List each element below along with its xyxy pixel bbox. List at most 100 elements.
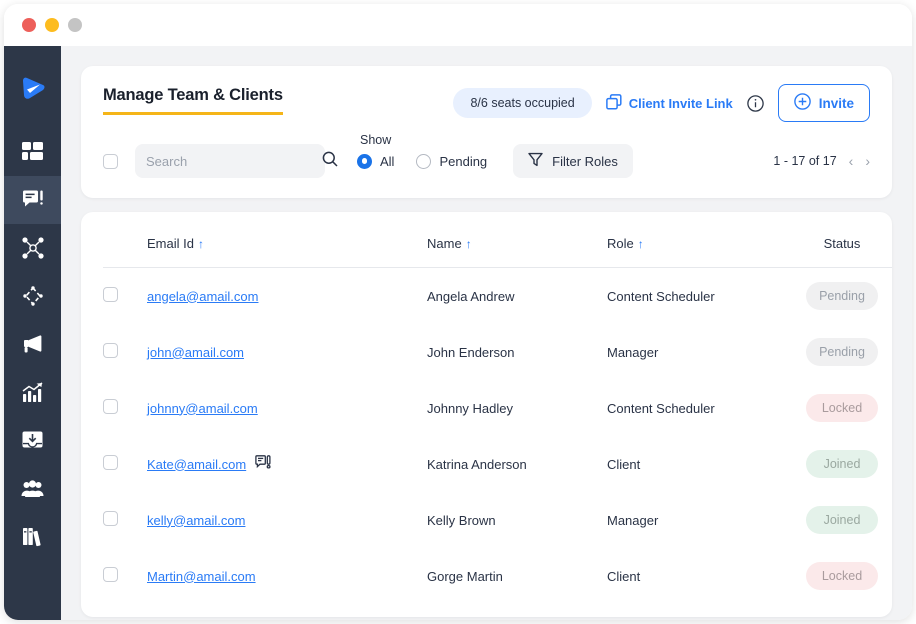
show-filter-group: Show All Pending (357, 133, 488, 169)
table-row[interactable]: john@amail.com John Enderson Manager Pendin… (103, 324, 892, 380)
column-header-name[interactable]: Name ↑ (427, 212, 607, 268)
sidebar-item-analytics[interactable] (4, 368, 61, 416)
status-badge: Locked (806, 394, 878, 422)
email-link[interactable]: angela@amail.com (147, 289, 258, 304)
search-icon[interactable] (322, 151, 338, 172)
window-maximize-button[interactable] (68, 18, 82, 32)
cell-role: Client (607, 568, 641, 584)
sort-arrow-icon[interactable]: ↑ (198, 237, 204, 251)
library-books-icon (22, 526, 44, 547)
plus-circle-icon (793, 93, 811, 113)
table-row[interactable]: kelly@amail.com Kelly Brown Manager Joined (103, 492, 892, 548)
sidebar-item-inbox[interactable] (4, 416, 61, 464)
status-badge: Pending (806, 282, 878, 310)
filter-roles-button[interactable]: Filter Roles (513, 144, 633, 178)
cell-email: Ronald@amail.com (147, 604, 427, 617)
radio-pending[interactable]: Pending (416, 153, 488, 169)
row-checkbox-cell (103, 268, 147, 325)
network-nodes-icon (21, 237, 44, 259)
row-checkbox[interactable] (103, 287, 118, 302)
copy-icon (605, 93, 622, 113)
cell-name: Gorge Martin (427, 568, 503, 584)
pagination-range: 1 - 17 of 17 (773, 154, 837, 168)
search-box[interactable] (135, 144, 338, 178)
sidebar-item-network[interactable] (4, 224, 61, 272)
sidebar-item-messages[interactable] (4, 176, 61, 224)
window-close-button[interactable] (22, 18, 36, 32)
row-checkbox[interactable] (103, 399, 118, 414)
row-checkbox-cell (103, 548, 147, 604)
comment-icon[interactable] (255, 455, 272, 473)
radio-pending-label: Pending (439, 153, 488, 169)
cell-status: Pending (782, 324, 892, 380)
table-row[interactable]: Kate@amail.com Katrina Anderson Client Join… (103, 436, 892, 492)
header-checkbox-cell (103, 212, 147, 268)
row-checkbox[interactable] (103, 343, 118, 358)
column-header-status: Status (782, 212, 892, 268)
send-logo-icon (18, 75, 48, 105)
page-title-wrapper: Manage Team & Clients (103, 84, 283, 115)
cell-status: Pending (782, 268, 892, 325)
megaphone-icon (21, 334, 44, 354)
row-checkbox[interactable] (103, 455, 118, 470)
sort-arrow-icon[interactable]: ↑ (638, 237, 644, 251)
sidebar-item-library[interactable] (4, 512, 61, 560)
column-header-email-label: Email Id (147, 236, 194, 251)
cell-role: Client (607, 456, 641, 472)
email-link[interactable]: Martin@amail.com (147, 569, 256, 584)
inbox-download-icon (22, 430, 43, 451)
sidebar-item-campaigns[interactable] (4, 320, 61, 368)
table-row[interactable]: Martin@amail.com Gorge Martin Client Locked (103, 548, 892, 604)
column-header-name-label: Name (427, 236, 462, 251)
search-input[interactable] (146, 153, 322, 169)
radio-all-control[interactable] (357, 153, 372, 169)
main-content: Manage Team & Clients 8/6 seats occupied (61, 46, 912, 620)
row-checkbox-cell (103, 324, 147, 380)
cell-status: Locked (782, 380, 892, 436)
cell-role: Manager (607, 512, 659, 528)
cell-name: John Enderson (427, 344, 515, 360)
column-header-email[interactable]: Email Id ↑ (147, 212, 427, 268)
sidebar-item-team[interactable] (4, 464, 61, 512)
sidebar-logo[interactable] (4, 66, 61, 114)
status-badge: Locked (806, 562, 878, 590)
app-window: Manage Team & Clients 8/6 seats occupied (4, 4, 912, 620)
cell-role: Manager (607, 344, 659, 360)
info-icon[interactable] (746, 94, 764, 112)
column-header-role[interactable]: Role ↑ (607, 212, 782, 268)
table-row[interactable]: Ronald@amail.comRonaldContent SchedulerJ… (103, 604, 892, 617)
cell-status: Joined (782, 436, 892, 492)
window-minimize-button[interactable] (45, 18, 59, 32)
cell-name: Ronald (427, 604, 607, 617)
table-row[interactable]: johnny@amail.com Johnny Hadley Content Sch… (103, 380, 892, 436)
cell-name: Katrina Anderson (427, 456, 527, 472)
sidebar-item-move[interactable] (4, 272, 61, 320)
email-link[interactable]: Kate@amail.com (147, 457, 246, 472)
seats-occupied-badge: 8/6 seats occupied (453, 88, 592, 118)
pagination-prev-button[interactable]: ‹ (849, 153, 854, 169)
email-link[interactable]: johnny@amail.com (147, 401, 258, 416)
email-link[interactable]: kelly@amail.com (147, 513, 245, 528)
radio-all[interactable]: All (357, 153, 394, 169)
row-checkbox[interactable] (103, 511, 118, 526)
invite-button[interactable]: Invite (777, 84, 870, 122)
client-invite-link-label: Client Invite Link (628, 95, 733, 111)
cell-name: Kelly Brown (427, 512, 496, 528)
sort-arrow-icon[interactable]: ↑ (466, 237, 472, 251)
client-invite-link[interactable]: Client Invite Link (605, 93, 733, 113)
pagination-next-button[interactable]: › (865, 153, 870, 169)
cell-name: Johnny Hadley (427, 400, 513, 416)
row-checkbox-cell (103, 492, 147, 548)
table-row[interactable]: angela@amail.com Angela Andrew Content Sch… (103, 268, 892, 325)
radio-pending-control[interactable] (416, 153, 432, 169)
cell-role: Content Scheduler (607, 400, 715, 416)
email-link[interactable]: john@amail.com (147, 345, 244, 360)
select-all-checkbox[interactable] (103, 153, 118, 169)
sidebar-item-dashboard[interactable] (4, 128, 61, 176)
row-checkbox-cell (103, 436, 147, 492)
show-label: Show (360, 132, 392, 147)
cell-status: Joined (782, 492, 892, 548)
cell-status: Locked (782, 548, 892, 604)
row-checkbox[interactable] (103, 567, 118, 582)
diamond-move-icon (22, 285, 44, 307)
